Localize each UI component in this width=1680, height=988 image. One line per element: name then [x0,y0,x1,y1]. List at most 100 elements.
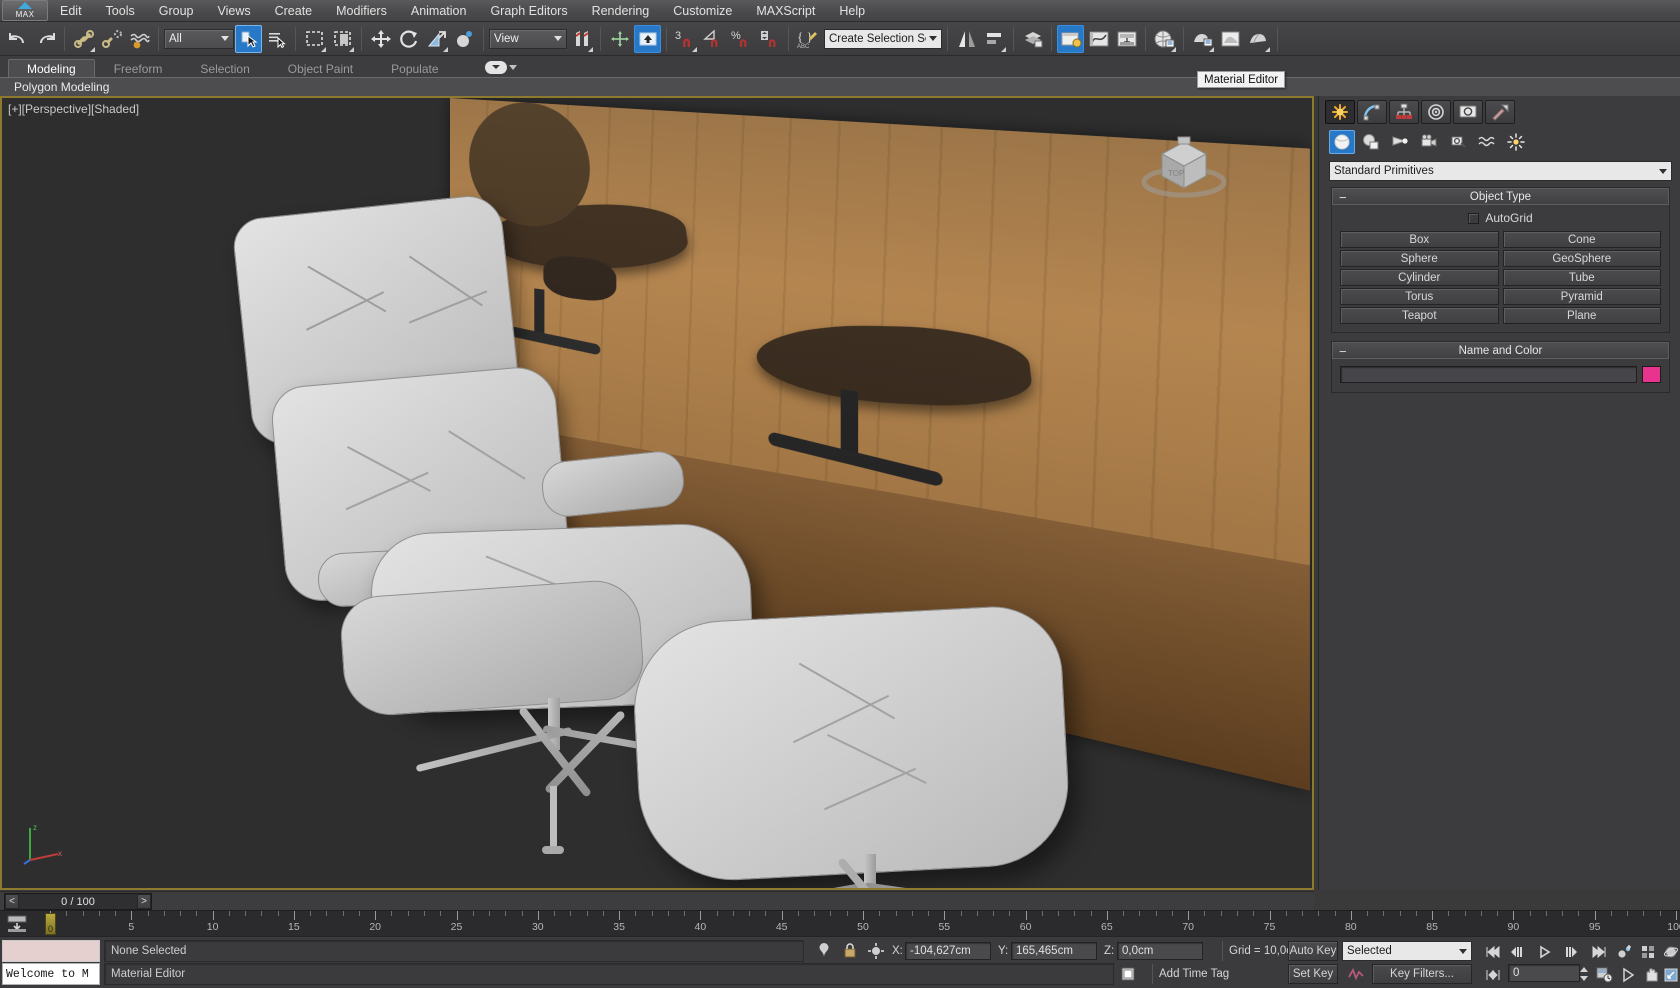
modify-tab[interactable] [1357,100,1387,124]
layer-explorer-icon[interactable] [1019,25,1046,53]
angle-snap-toggle-icon[interactable] [700,25,727,53]
create-tab[interactable] [1325,100,1355,124]
pan-view-icon[interactable] [1640,964,1661,985]
redo-icon[interactable] [32,25,59,53]
bind-to-space-warp-icon[interactable] [126,25,153,53]
cone-button[interactable]: Cone [1502,231,1661,248]
menu-item-animation[interactable]: Animation [399,0,479,22]
orbit-icon[interactable] [1660,941,1680,962]
systems-icon[interactable] [1503,130,1529,154]
absolute-relative-mode-icon[interactable] [866,942,886,960]
spinner-snap-toggle-icon[interactable] [756,25,783,53]
snaps-toggle-3d-icon[interactable] [634,24,661,53]
name-and-color-header[interactable]: − Name and Color [1332,342,1669,359]
coord-z-field[interactable]: 0,0cm [1117,942,1203,960]
select-and-rotate-icon[interactable] [395,25,422,53]
lights-icon[interactable] [1387,130,1413,154]
add-time-tag-button[interactable]: Add Time Tag [1152,964,1302,984]
box-button[interactable]: Box [1340,231,1499,248]
object-color-swatch[interactable] [1642,366,1661,383]
utilities-tab[interactable] [1485,100,1515,124]
rendered-frame-window-icon[interactable] [1217,25,1244,53]
display-tab[interactable] [1453,100,1483,124]
reference-coordinate-system-dropdown[interactable]: View [489,28,567,49]
track-bar[interactable]: 5 10 15 20 25 30 35 40 45 50 55 60 65 70 75 80 85 90 95 10 0… [0,910,1680,936]
set-key-button[interactable]: Set Key [1288,964,1338,984]
menu-item-graph-editors[interactable]: Graph Editors [478,0,579,22]
autogrid-checkbox[interactable] [1468,212,1480,224]
select-and-link-icon[interactable] [70,25,97,53]
ribbon-tab-object-paint[interactable]: Object Paint [269,59,372,78]
coord-y-field[interactable]: 165,465cm [1011,942,1097,960]
toggle-scene-explorer-icon[interactable] [1057,24,1084,53]
hierarchy-tab[interactable] [1389,100,1419,124]
isolate-selection-icon[interactable] [814,942,834,960]
geosphere-button[interactable]: GeoSphere [1502,250,1661,267]
motion-tab[interactable] [1421,100,1451,124]
previous-frame-icon[interactable] [1506,941,1527,962]
mini-listener-output[interactable]: Welcome to M [2,963,100,985]
application-button[interactable]: MAX [2,0,48,21]
view-cube[interactable]: TOP [1138,126,1230,202]
tube-button[interactable]: Tube [1502,269,1661,286]
go-to-end-icon[interactable] [1588,941,1609,962]
use-pivot-point-center-icon[interactable] [568,25,595,53]
menu-item-customize[interactable]: Customize [661,0,744,22]
key-mode-toggle-icon[interactable] [1638,941,1659,962]
viewport-label[interactable]: [+][Perspective][Shaded] [8,102,139,116]
set-key-toggle-icon[interactable] [1346,965,1366,983]
menu-item-modifiers[interactable]: Modifiers [324,0,399,22]
current-frame-field[interactable]: 0 [1508,964,1580,982]
plane-button[interactable]: Plane [1502,307,1661,324]
frame-spinner[interactable] [1578,965,1590,983]
menu-item-views[interactable]: Views [205,0,262,22]
menu-item-rendering[interactable]: Rendering [580,0,662,22]
select-and-move-icon[interactable] [367,25,394,53]
maximize-viewport-toggle-icon[interactable] [1660,964,1680,985]
autogrid-row[interactable]: AutoGrid [1340,211,1661,225]
curve-editor-icon[interactable] [1085,25,1112,53]
time-slider-marker[interactable]: 0 [45,913,56,935]
selection-lock-icon[interactable] [840,942,860,960]
open-time-tag-icon[interactable] [1118,965,1138,983]
key-mode-icon[interactable] [1482,964,1503,985]
menu-item-edit[interactable]: Edit [48,0,94,22]
rectangular-selection-region-icon[interactable] [301,25,328,53]
helpers-icon[interactable] [1445,130,1471,154]
render-production-icon[interactable] [1245,25,1272,53]
cameras-icon[interactable] [1416,130,1442,154]
undo-icon[interactable] [4,25,31,53]
menu-item-create[interactable]: Create [263,0,325,22]
select-and-scale-icon[interactable] [423,25,450,53]
auto-key-button[interactable]: Auto Key [1288,941,1338,961]
schematic-view-icon[interactable] [1113,25,1140,53]
perspective-viewport[interactable]: [+][Perspective][Shaded] z x TOP [0,96,1314,890]
ribbon-tab-selection[interactable]: Selection [181,59,268,78]
selection-filter-dropdown[interactable]: All [164,28,234,49]
shapes-icon[interactable] [1358,130,1384,154]
snaps-toggle-icon[interactable]: 3 [672,25,699,53]
ribbon-tab-populate[interactable]: Populate [372,59,457,78]
use-center-flyout-icon[interactable] [451,25,478,53]
next-frame-arrow[interactable]: > [137,894,151,909]
select-object-icon[interactable] [235,24,262,53]
select-and-manipulate-icon[interactable] [606,25,633,53]
time-configuration-icon[interactable] [1594,964,1615,985]
geometry-icon[interactable] [1329,130,1355,154]
previous-frame-arrow[interactable]: < [5,894,19,909]
render-setup-icon[interactable] [1189,25,1216,53]
coord-x-field[interactable]: -104,627cm [905,942,991,960]
torus-button[interactable]: Torus [1340,288,1499,305]
named-selection-sets-dropdown[interactable]: Create Selection Se [824,28,942,49]
mini-listener-input[interactable] [2,940,100,962]
unlink-selection-icon[interactable] [98,25,125,53]
window-crossing-icon[interactable] [329,25,356,53]
menu-item-tools[interactable]: Tools [94,0,147,22]
menu-item-help[interactable]: Help [827,0,877,22]
space-warps-icon[interactable] [1474,130,1500,154]
object-type-header[interactable]: − Object Type [1332,188,1669,205]
key-selection-dropdown[interactable]: Selected [1342,941,1472,961]
track-bar-ruler[interactable]: 5 10 15 20 25 30 35 40 45 50 55 60 65 70 75 80 85 90 95 100 [36,911,1680,937]
object-name-input[interactable] [1340,366,1637,383]
open-mini-curve-editor-icon[interactable] [4,914,30,934]
